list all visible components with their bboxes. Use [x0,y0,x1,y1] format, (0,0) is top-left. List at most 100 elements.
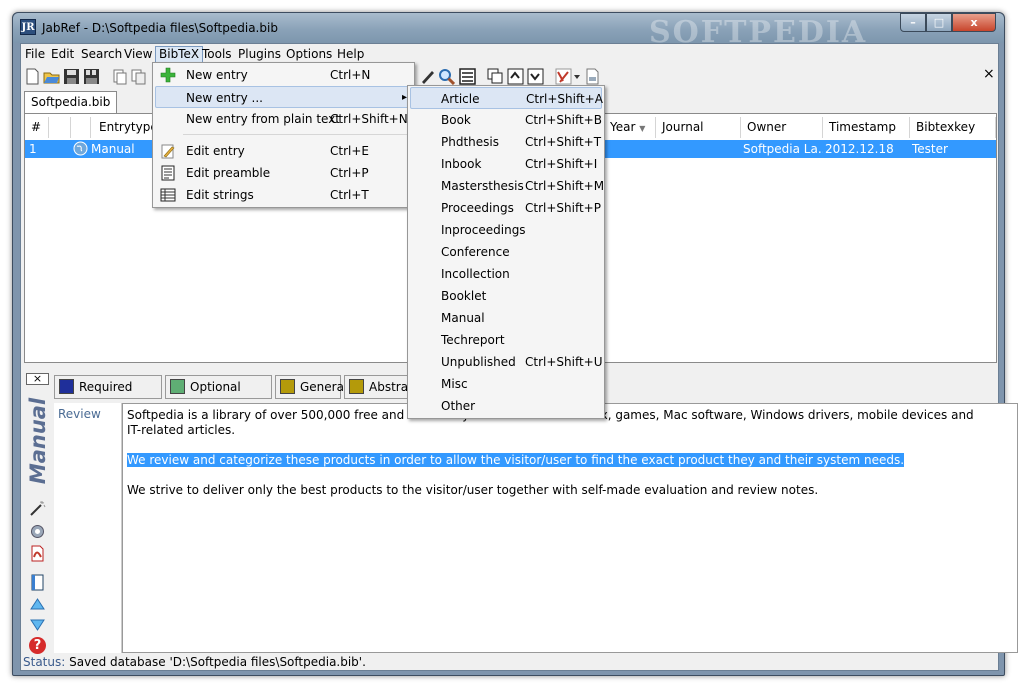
copy-icon[interactable] [130,68,147,85]
menu-item-other[interactable]: Other [410,395,602,417]
menu-edit[interactable]: Edit [48,46,77,63]
column-header-timestamp[interactable]: Timestamp [823,117,910,138]
maximize-button[interactable]: □ [926,13,952,32]
menu-item-book[interactable]: Book Ctrl+Shift+B [410,109,602,131]
review-line-2: IT-related articles. [127,423,236,437]
required-fields-swatch [59,379,74,394]
menu-search[interactable]: Search [78,46,125,63]
menu-separator [183,134,411,135]
menu-item-new-entry[interactable]: New entry Ctrl+N [155,64,412,86]
menu-item-new-entry-plain-text[interactable]: New entry from plain text Ctrl+Shift+N [155,108,412,130]
preview-icon[interactable] [459,68,476,85]
title-bar[interactable]: SOFTPEDIA JR JabRef - D:\Softpedia files… [13,13,1004,50]
edit-icon[interactable] [419,68,436,85]
sort-arrow-icon: ▼ [639,124,646,133]
close-database-icon[interactable]: × [983,66,995,82]
column-header-owner[interactable]: Owner [741,117,823,138]
menu-item-conference[interactable]: Conference [410,241,602,263]
next-entry-icon[interactable] [29,616,46,633]
preview-icon[interactable] [29,574,46,591]
review-textarea[interactable]: Softpedia is a library of over 500,000 f… [122,403,1018,653]
entry-type-label: Manual [26,397,50,485]
menu-item-booklet[interactable]: Booklet [410,285,602,307]
gear-icon[interactable] [29,523,46,540]
duplicate-icon[interactable] [487,68,504,85]
menu-plugins[interactable]: Plugins [235,46,284,63]
menu-item-proceedings[interactable]: Proceedings Ctrl+Shift+P [410,197,602,219]
lyx-dropdown-icon[interactable] [573,68,581,85]
row-year [604,140,656,158]
tab-general[interactable]: General [275,375,347,399]
column-header-bibtexkey[interactable]: Bibtexkey [910,117,996,138]
row-number: 1 [29,142,37,156]
cut-icon[interactable] [111,68,128,85]
search-icon[interactable] [438,68,455,85]
menu-item-edit-preamble[interactable]: Edit preamble Ctrl+P [155,162,412,184]
status-bar: Status: Saved database 'D:\Softpedia fil… [21,654,998,671]
menu-help[interactable]: Help [334,46,367,63]
menu-item-edit-strings[interactable]: Edit strings Ctrl+T [155,184,412,206]
optional-fields-swatch [170,379,185,394]
review-paragraph-3: We strive to deliver only the best produ… [127,483,819,497]
magic-wand-icon[interactable] [29,500,46,517]
column-header-number[interactable]: # [25,117,49,138]
close-window-button[interactable]: x [952,13,996,32]
pdf-icon[interactable] [29,545,46,562]
jabref-app-icon[interactable]: JR [20,19,36,35]
new-database-icon[interactable] [24,68,41,85]
menu-item-edit-entry[interactable]: Edit entry Ctrl+E [155,140,412,162]
menu-view[interactable]: View [121,46,155,63]
tab-abstract[interactable]: Abstrac [344,375,415,399]
save-icon[interactable] [63,68,80,85]
row-owner: Softpedia La... [743,142,823,156]
review-selected-text: We review and categorize these products … [127,453,905,467]
menu-item-inbook[interactable]: Inbook Ctrl+Shift+I [410,153,602,175]
close-editor-button[interactable]: × [26,373,49,385]
review-line-1b: Linux, games, Mac software, Windows driv… [575,408,974,422]
row-journal [656,140,741,158]
menu-item-manual[interactable]: Manual [410,307,602,329]
pencil-icon [161,144,175,159]
push-up-icon[interactable] [507,68,524,85]
save-all-icon[interactable] [83,68,100,85]
column-header-blank[interactable] [49,117,71,138]
abstract-swatch [349,379,364,394]
open-database-icon[interactable] [43,68,60,85]
lyx-icon[interactable] [555,68,572,85]
menu-item-inproceedings[interactable]: Inproceedings [410,219,602,241]
tab-optional-fields[interactable]: Optional fields [165,375,272,416]
entry-types-submenu: Article Ctrl+Shift+A Book Ctrl+Shift+B Phd… [407,85,605,419]
menu-options[interactable]: Options [283,46,335,63]
globe-icon[interactable] [73,141,88,156]
menu-bar: File Edit Search View BibTeX Tools Plugi… [21,44,998,64]
menu-bibtex[interactable]: BibTeX [155,46,204,63]
window-title: JabRef - D:\Softpedia files\Softpedia.bi… [42,21,278,35]
column-header-journal[interactable]: Journal [656,117,741,138]
column-header-icon[interactable] [71,117,91,138]
menu-item-unpublished[interactable]: Unpublished Ctrl+Shift+U [410,351,603,373]
menu-item-mastersthesis[interactable]: Mastersthesis Ctrl+Shift+M [410,175,604,197]
status-text: Saved database 'D:\Softpedia files\Softp… [69,655,366,669]
field-label-review: Review [54,403,122,653]
bibtex-menu: New entry Ctrl+N New entry ... ▸ New ent… [152,62,415,208]
column-header-year[interactable]: Year ▼ [604,117,656,138]
menu-item-misc[interactable]: Misc [410,373,602,395]
menu-tools[interactable]: Tools [199,46,235,63]
menu-item-techreport[interactable]: Techreport [410,329,602,351]
document-icon[interactable] [584,68,601,85]
previous-entry-icon[interactable] [29,596,46,613]
document-icon [161,165,175,181]
help-icon[interactable]: ? [29,637,46,654]
push-down-icon[interactable] [527,68,544,85]
menu-file[interactable]: File [22,46,48,63]
menu-item-phdthesis[interactable]: Phdthesis Ctrl+Shift+T [410,131,602,153]
tab-required-fields[interactable]: Required fields [54,375,162,416]
table-icon [160,188,176,202]
menu-item-incollection[interactable]: Incollection [410,263,602,285]
menu-item-new-entry-submenu[interactable]: New entry ... ▸ [155,86,412,108]
plus-icon [160,67,176,83]
editor-sidebar: × Manual ? [24,371,51,654]
database-tab[interactable]: Softpedia.bib [24,91,118,113]
menu-item-article[interactable]: Article Ctrl+Shift+A [410,87,603,109]
minimize-button[interactable]: – [900,13,926,32]
